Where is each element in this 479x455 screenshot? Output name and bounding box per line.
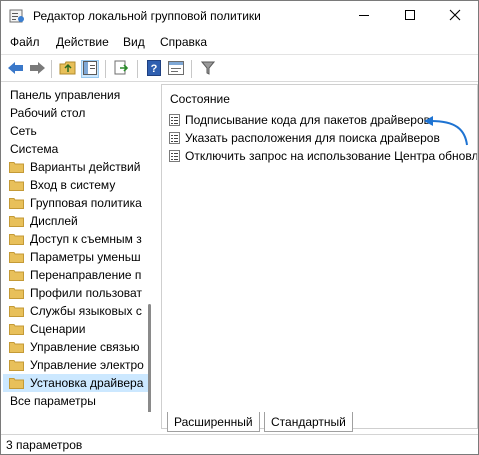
tree-item-selected[interactable]: Установка драйвера	[3, 374, 148, 392]
filter-icon	[200, 61, 216, 78]
folder-icon	[9, 377, 24, 389]
folder-icon	[9, 233, 24, 245]
minimize-icon	[358, 9, 370, 24]
policy-setting-icon	[169, 132, 180, 144]
folder-icon	[9, 305, 24, 317]
show-hide-tree-button[interactable]	[81, 60, 99, 78]
toolbar-separator	[51, 60, 52, 78]
policy-setting-icon	[169, 114, 180, 126]
help-icon: ?	[147, 59, 161, 79]
folder-icon	[9, 215, 24, 227]
tree-item[interactable]: Управление электро	[3, 356, 148, 374]
column-header-state[interactable]: Состояние	[170, 92, 230, 106]
tree-item[interactable]: Сценарии	[3, 320, 148, 338]
toolbar-separator	[137, 60, 138, 78]
help-button[interactable]: ?	[145, 59, 163, 79]
close-icon	[449, 9, 461, 24]
forward-arrow-icon	[28, 61, 46, 78]
minimize-button[interactable]	[341, 1, 387, 31]
menu-view[interactable]: Вид	[123, 35, 145, 49]
tree-item[interactable]: Перенаправление п	[3, 266, 148, 284]
tree-item[interactable]: Панель управления	[3, 86, 148, 104]
tree-item[interactable]: Вход в систему	[3, 176, 148, 194]
tree-item[interactable]: Службы языковых с	[3, 302, 148, 320]
maximize-icon	[404, 9, 416, 24]
folder-icon	[9, 287, 24, 299]
toolbar-separator	[191, 60, 192, 78]
menu-file[interactable]: Файл	[10, 35, 40, 49]
tree-item[interactable]: Система	[3, 140, 148, 158]
tree-item[interactable]: Управление связью	[3, 338, 148, 356]
properties-icon	[168, 60, 184, 78]
navigation-tree: Панель управления Рабочий стол Сеть Сист…	[3, 84, 154, 412]
tree-scrollbar[interactable]	[148, 304, 151, 412]
policy-item[interactable]: Отключить запрос на использование Центра…	[169, 148, 477, 165]
tree-item[interactable]: Сеть	[3, 122, 148, 140]
tree-item[interactable]: Рабочий стол	[3, 104, 148, 122]
folder-icon	[9, 341, 24, 353]
tree-item[interactable]: Доступ к съемным з	[3, 230, 148, 248]
up-folder-icon	[59, 60, 77, 79]
view-tabs: Расширенный Стандартный	[161, 412, 478, 432]
export-list-button[interactable]	[113, 60, 131, 78]
title-bar[interactable]: Редактор локальной групповой политики	[1, 1, 478, 31]
back-button[interactable]	[7, 60, 25, 78]
folder-icon	[9, 359, 24, 371]
folder-icon	[9, 197, 24, 209]
folder-icon	[9, 161, 24, 173]
export-list-icon	[114, 60, 130, 79]
annotation-arrow-icon	[424, 116, 468, 146]
window-title: Редактор локальной групповой политики	[33, 9, 261, 23]
folder-icon	[9, 179, 24, 191]
tree-item[interactable]: Все параметры	[3, 392, 148, 410]
tree-item[interactable]: Параметры уменьш	[3, 248, 148, 266]
filter-button[interactable]	[199, 60, 217, 78]
tree-item[interactable]: Дисплей	[3, 212, 148, 230]
tree-item[interactable]: Групповая политика	[3, 194, 148, 212]
gpedit-icon	[9, 8, 25, 24]
forward-button[interactable]	[28, 60, 46, 78]
tree-item[interactable]: Профили пользоват	[3, 284, 148, 302]
main-window: Редактор локальной групповой политики Фа…	[0, 0, 479, 455]
show-hide-tree-icon	[83, 60, 97, 78]
toolbar-separator	[105, 60, 106, 78]
maximize-button[interactable]	[387, 1, 433, 31]
tab-standard[interactable]: Стандартный	[264, 412, 353, 432]
menu-bar: Файл Действие Вид Справка	[1, 31, 478, 53]
close-button[interactable]	[432, 1, 478, 31]
status-bar: 3 параметров	[1, 434, 478, 454]
toolbar: ?	[1, 54, 478, 82]
svg-text:?: ?	[151, 63, 158, 75]
tree-item[interactable]: Варианты действий	[3, 158, 148, 176]
folder-icon	[9, 251, 24, 263]
menu-help[interactable]: Справка	[160, 35, 207, 49]
menu-action[interactable]: Действие	[56, 35, 109, 49]
properties-button[interactable]	[167, 60, 185, 78]
status-text: 3 параметров	[6, 438, 83, 452]
policy-setting-icon	[169, 150, 180, 162]
back-arrow-icon	[7, 61, 25, 78]
folder-icon	[9, 269, 24, 281]
folder-icon	[9, 323, 24, 335]
up-button[interactable]	[59, 60, 77, 78]
tab-extended[interactable]: Расширенный	[167, 412, 260, 432]
